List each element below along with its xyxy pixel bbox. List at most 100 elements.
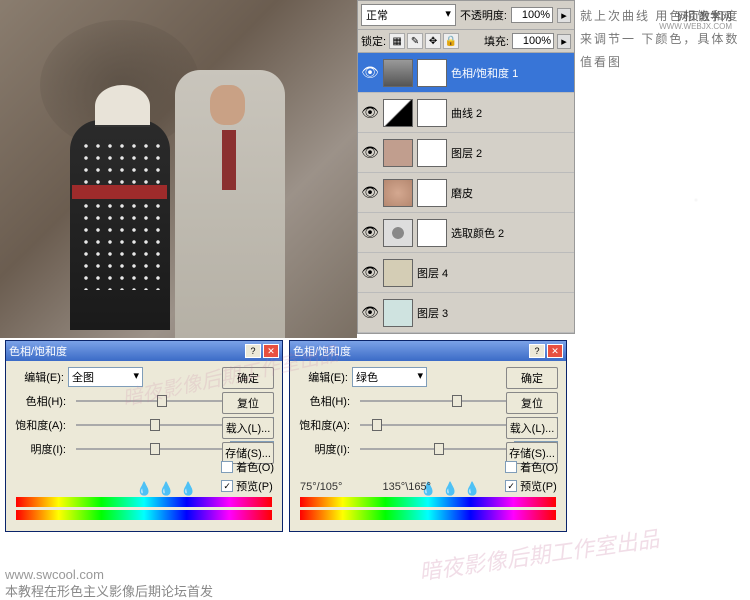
sat-label: 饱和度(A): <box>298 417 354 433</box>
lock-transparency-icon[interactable]: ▦ <box>389 33 405 49</box>
dialog-buttons: 确定 复位 载入(L)... 存储(S)... <box>506 367 558 464</box>
spectrum-bar[interactable] <box>300 497 556 507</box>
floral-decoration <box>570 80 750 380</box>
spectrum-bar-2[interactable] <box>300 510 556 520</box>
layer-thumbnail[interactable] <box>383 299 413 327</box>
layer-thumbnail[interactable] <box>383 59 413 87</box>
figure-man <box>175 70 285 338</box>
hue-slider[interactable] <box>360 400 508 402</box>
layer-thumbnail[interactable] <box>383 179 413 207</box>
layer-mask-thumbnail[interactable] <box>417 219 447 247</box>
sat-label: 饱和度(A): <box>14 417 70 433</box>
blend-row: 正常▾ 不透明度: 100% ▸ <box>358 1 574 30</box>
close-button[interactable]: ✕ <box>547 344 563 358</box>
light-slider[interactable] <box>76 448 224 450</box>
hue-label: 色相(H): <box>298 393 354 409</box>
opacity-arrow-icon[interactable]: ▸ <box>557 8 571 23</box>
preview-checkbox[interactable]: ✓ <box>505 480 517 492</box>
layer-name: 选取颜色 2 <box>451 225 571 241</box>
fill-value[interactable]: 100% <box>512 33 554 49</box>
visibility-eye-icon[interactable]: 👁 <box>361 144 379 162</box>
preview-checkbox[interactable]: ✓ <box>221 480 233 492</box>
edit-combo[interactable]: 绿色▾ <box>352 367 427 387</box>
layer-mask-thumbnail[interactable] <box>417 59 447 87</box>
eyedropper-plus-icon[interactable]: 💧 <box>442 481 458 497</box>
lock-paint-icon[interactable]: ✎ <box>407 33 423 49</box>
layer-name: 磨皮 <box>451 185 571 201</box>
layers-panel: 正常▾ 不透明度: 100% ▸ 锁定: ▦ ✎ ✥ 🔒 填充: 100% ▸ … <box>357 0 575 334</box>
visibility-eye-icon[interactable]: 👁 <box>361 104 379 122</box>
layer-thumbnail[interactable] <box>383 99 413 127</box>
eyedropper-minus-icon[interactable]: 💧 <box>180 481 196 497</box>
colorize-checkbox[interactable] <box>505 461 517 473</box>
light-slider[interactable] <box>360 448 508 450</box>
eyedropper-tools: 💧 💧 💧 <box>136 481 196 497</box>
lock-move-icon[interactable]: ✥ <box>425 33 441 49</box>
load-button[interactable]: 载入(L)... <box>222 417 274 439</box>
sat-slider[interactable] <box>76 424 224 426</box>
visibility-eye-icon[interactable]: 👁 <box>361 264 379 282</box>
layer-mask-thumbnail[interactable] <box>417 179 447 207</box>
edit-label: 编辑(E): <box>14 369 64 385</box>
layer-name: 色相/饱和度 1 <box>451 65 571 81</box>
red-belt <box>72 185 167 199</box>
layer-thumbnail[interactable] <box>383 259 413 287</box>
layer-row[interactable]: 👁 图层 3 <box>358 293 574 333</box>
opacity-label: 不透明度: <box>460 7 507 23</box>
layer-mask-thumbnail[interactable] <box>417 99 447 127</box>
color-spectrum <box>300 497 556 523</box>
checkbox-group: 着色(O) ✓预览(P) <box>221 459 274 494</box>
hue-label: 色相(H): <box>14 393 70 409</box>
lock-label: 锁定: <box>361 33 386 49</box>
layer-row[interactable]: 👁 曲线 2 <box>358 93 574 133</box>
layer-name: 图层 2 <box>451 145 571 161</box>
ok-button[interactable]: 确定 <box>506 367 558 389</box>
dialog-body: 编辑(E): 绿色▾ 色相(H): +37 饱和度(A): -88 明度(I):… <box>290 361 566 533</box>
help-button[interactable]: ? <box>529 344 545 358</box>
site-logo-sub: WWW.WEBJX.COM <box>659 22 732 31</box>
figure-woman <box>70 120 170 330</box>
fill-arrow-icon[interactable]: ▸ <box>557 34 571 49</box>
eyedropper-icon[interactable]: 💧 <box>136 481 152 497</box>
visibility-eye-icon[interactable]: 👁 <box>361 64 379 82</box>
layer-thumbnail[interactable] <box>383 219 413 247</box>
red-tie <box>222 130 236 190</box>
layer-mask-thumbnail[interactable] <box>417 139 447 167</box>
cancel-button[interactable]: 复位 <box>222 392 274 414</box>
color-spectrum <box>16 497 272 523</box>
dialog-title: 色相/饱和度 <box>9 343 67 359</box>
layer-thumbnail[interactable] <box>383 139 413 167</box>
layer-name: 图层 4 <box>417 265 571 281</box>
visibility-eye-icon[interactable]: 👁 <box>361 184 379 202</box>
spectrum-bar[interactable] <box>16 497 272 507</box>
eyedropper-plus-icon[interactable]: 💧 <box>158 481 174 497</box>
visibility-eye-icon[interactable]: 👁 <box>361 224 379 242</box>
lock-icons: ▦ ✎ ✥ 🔒 <box>389 33 459 49</box>
layer-row[interactable]: 👁 图层 4 <box>358 253 574 293</box>
colorize-checkbox[interactable] <box>221 461 233 473</box>
lock-row: 锁定: ▦ ✎ ✥ 🔒 填充: 100% ▸ <box>358 30 574 53</box>
chevron-down-icon: ▾ <box>445 7 451 23</box>
layer-name: 曲线 2 <box>451 105 571 121</box>
layer-name: 图层 3 <box>417 305 571 321</box>
layer-row[interactable]: 👁 选取颜色 2 <box>358 213 574 253</box>
opacity-value[interactable]: 100% <box>511 7 553 23</box>
layer-list: 👁 色相/饱和度 1👁 曲线 2👁 图层 2👁 磨皮👁 选取颜色 2👁 图层 4… <box>358 53 574 333</box>
layer-row[interactable]: 👁 图层 2 <box>358 133 574 173</box>
cancel-button[interactable]: 复位 <box>506 392 558 414</box>
footer-url: www.swcool.com <box>5 567 104 582</box>
lock-all-icon[interactable]: 🔒 <box>443 33 459 49</box>
sat-slider[interactable] <box>360 424 508 426</box>
light-label: 明度(I): <box>14 441 70 457</box>
load-button[interactable]: 载入(L)... <box>506 417 558 439</box>
spectrum-bar-2[interactable] <box>16 510 272 520</box>
visibility-eye-icon[interactable]: 👁 <box>361 304 379 322</box>
window-buttons: ? ✕ <box>529 344 563 358</box>
layer-row[interactable]: 👁 色相/饱和度 1 <box>358 53 574 93</box>
footer-text: 本教程在形色主义影像后期论坛首发 <box>5 581 213 600</box>
checkbox-group: 着色(O) ✓预览(P) <box>505 459 558 494</box>
blend-mode-select[interactable]: 正常▾ <box>361 4 456 26</box>
eyedropper-minus-icon[interactable]: 💧 <box>464 481 480 497</box>
layer-row[interactable]: 👁 磨皮 <box>358 173 574 213</box>
light-label: 明度(I): <box>298 441 354 457</box>
